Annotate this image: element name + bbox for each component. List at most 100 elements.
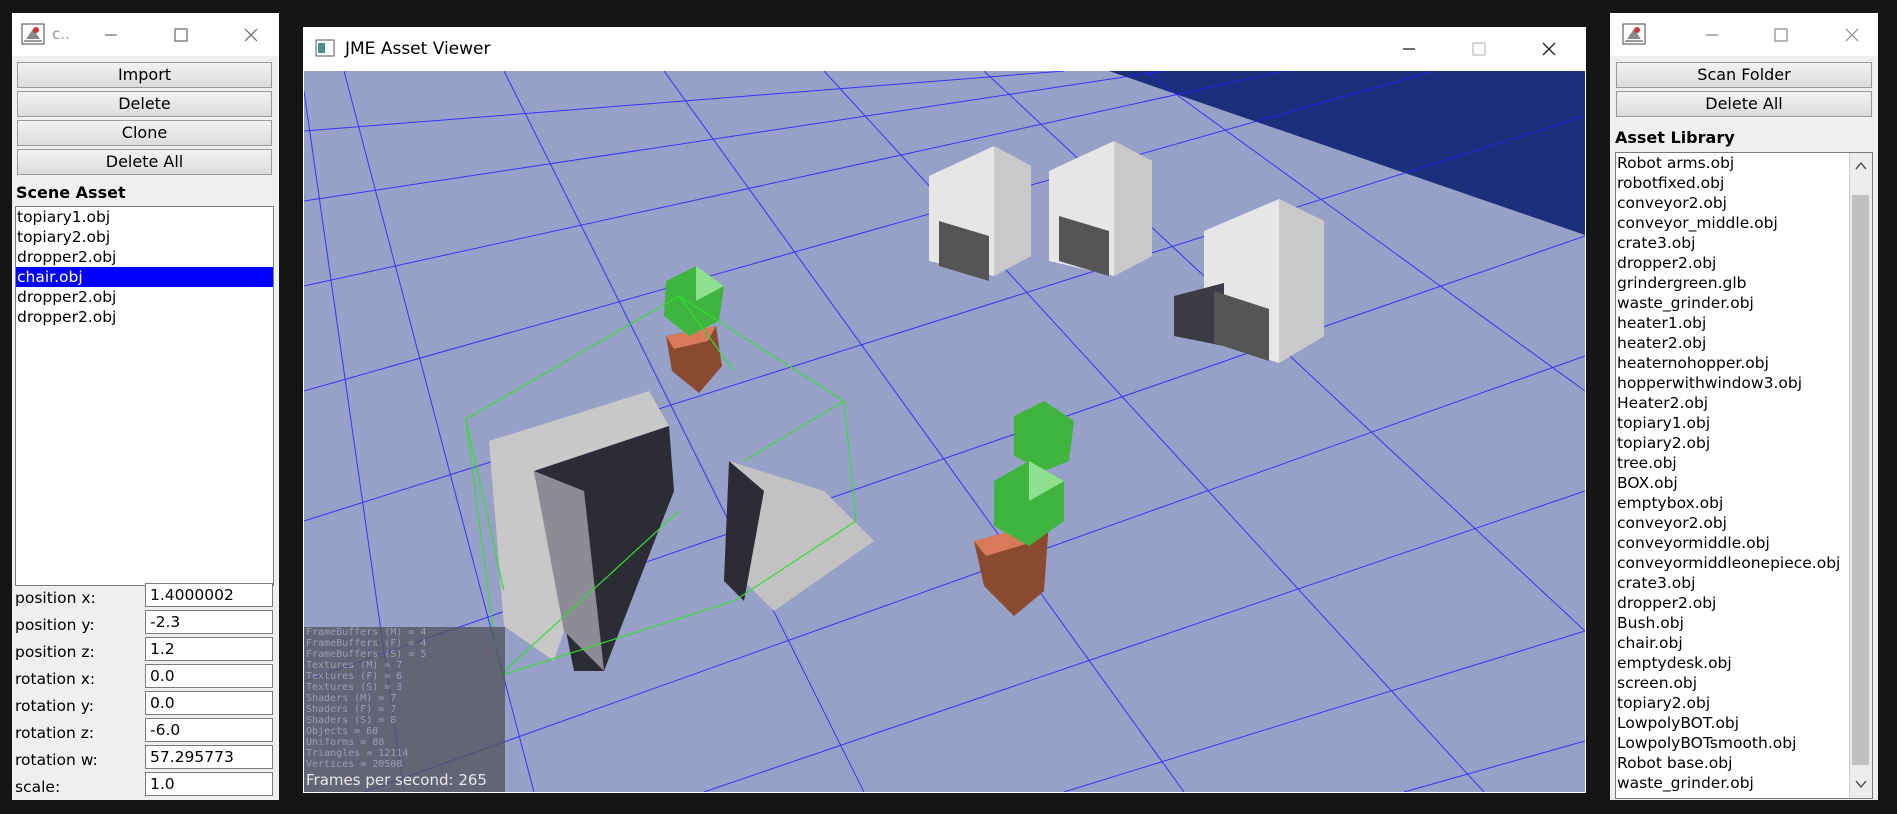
scan-folder-button[interactable]: Scan Folder — [1616, 62, 1872, 88]
list-item[interactable]: chair.obj — [1616, 633, 1850, 653]
rotation-y-label: rotation y: — [15, 697, 94, 715]
fps-counter: Frames per second: 265 — [306, 771, 487, 789]
stat-line: Vertices = 20508 — [306, 759, 403, 770]
rotation-w-label: rotation w: — [15, 751, 98, 769]
list-item[interactable]: topiary2.obj — [1616, 693, 1850, 713]
list-item[interactable]: topiary1.obj — [1616, 413, 1850, 433]
java-app-icon — [21, 23, 45, 45]
list-item[interactable]: LowpolyBOT.obj — [1616, 713, 1850, 733]
rotation-x-label: rotation x: — [15, 670, 96, 688]
rotation-z-label: rotation z: — [15, 724, 95, 742]
left-window-title: c.. — [52, 25, 70, 43]
close-button[interactable] — [1529, 27, 1569, 71]
maximize-button[interactable] — [1761, 13, 1801, 56]
list-item[interactable]: heaternohopper.obj — [1616, 353, 1850, 373]
list-item[interactable]: robotfixed.obj — [1616, 173, 1850, 193]
scale-field[interactable]: 1.0 — [145, 772, 273, 796]
stat-line: Triangles = 12114 — [306, 748, 409, 759]
list-item[interactable]: dropper2.obj — [1616, 593, 1850, 613]
position-y-field[interactable]: -2.3 — [145, 610, 273, 634]
stat-line: FrameBuffers (M) = 4 — [306, 627, 427, 638]
list-item[interactable]: crate3.obj — [1616, 233, 1850, 253]
list-item[interactable]: crate3.obj — [1616, 573, 1850, 593]
list-item[interactable]: BOX.obj — [1616, 473, 1850, 493]
list-item[interactable]: Bush.obj — [1616, 613, 1850, 633]
position-x-label: position x: — [15, 589, 96, 607]
list-item[interactable]: dropper2.obj — [16, 247, 273, 267]
list-item[interactable]: waste_grinder.obj — [1616, 293, 1850, 313]
stats-overlay: FrameBuffers (M) = 4 FrameBuffers (F) = … — [304, 627, 505, 792]
minimize-button[interactable] — [91, 13, 131, 56]
list-item[interactable]: emptybox.obj — [1616, 493, 1850, 513]
scroll-up-arrow-icon[interactable] — [1854, 157, 1868, 176]
scroll-down-arrow-icon[interactable] — [1854, 775, 1868, 794]
stat-line: Textures (S) = 3 — [306, 682, 403, 693]
close-button[interactable] — [231, 13, 271, 56]
clone-button[interactable]: Clone — [17, 120, 272, 146]
list-item[interactable]: topiary2.obj — [1616, 433, 1850, 453]
list-item[interactable]: Robot base.obj — [1616, 753, 1850, 773]
list-item[interactable]: screen.obj — [1616, 673, 1850, 693]
viewer-titlebar[interactable]: JME Asset Viewer — [303, 27, 1586, 71]
right-titlebar[interactable] — [1610, 13, 1878, 56]
asset-library-list[interactable]: Robot arms.obj robotfixed.obj conveyor2.… — [1615, 152, 1873, 799]
stat-line: Objects = 68 — [306, 726, 379, 737]
minimize-button[interactable] — [1692, 13, 1732, 56]
list-item[interactable]: heater1.obj — [1616, 313, 1850, 333]
maximize-button[interactable] — [1459, 27, 1499, 71]
position-z-field[interactable]: 1.2 — [145, 637, 273, 661]
stat-line: FrameBuffers (S) = 5 — [306, 649, 427, 660]
delete-button[interactable]: Delete — [17, 91, 272, 117]
rotation-y-field[interactable]: 0.0 — [145, 691, 273, 715]
stat-line: Shaders (F) = 7 — [306, 704, 397, 715]
list-item[interactable]: Heater2.obj — [1616, 393, 1850, 413]
asset-library-window: Scan Folder Delete All Asset Library Rob… — [1610, 13, 1878, 800]
position-x-field[interactable]: 1.4000002 — [145, 583, 273, 607]
list-item[interactable]: topiary1.obj — [16, 207, 273, 227]
scrollbar-thumb[interactable] — [1852, 195, 1869, 765]
list-item[interactable]: waste_grinder.obj — [1616, 773, 1850, 793]
list-item[interactable]: grindergreen.glb — [1616, 273, 1850, 293]
list-item[interactable]: hopperwithwindow3.obj — [1616, 373, 1850, 393]
scale-label: scale: — [15, 778, 61, 796]
stat-line: Shaders (M) = 7 — [306, 693, 397, 704]
maximize-button[interactable] — [161, 13, 201, 56]
list-item[interactable]: emptydesk.obj — [1616, 653, 1850, 673]
delete-all-button[interactable]: Delete All — [1616, 91, 1872, 117]
stat-line: Shaders (S) = 8 — [306, 715, 397, 726]
position-y-label: position y: — [15, 616, 95, 634]
list-item[interactable]: Robot arms.obj — [1616, 153, 1850, 173]
import-button[interactable]: Import — [17, 62, 272, 88]
list-item[interactable]: LowpolyBOTsmooth.obj — [1616, 733, 1850, 753]
minimize-button[interactable] — [1389, 27, 1429, 71]
list-item[interactable]: topiary2.obj — [16, 227, 273, 247]
stat-line: Textures (F) = 6 — [306, 671, 403, 682]
library-scrollbar[interactable] — [1849, 153, 1872, 798]
viewer-window-title: JME Asset Viewer — [345, 39, 491, 59]
rotation-z-field[interactable]: -6.0 — [145, 718, 273, 742]
stat-line: Textures (M) = 7 — [306, 660, 403, 671]
list-item[interactable]: conveyormiddle.obj — [1616, 533, 1850, 553]
list-item[interactable]: tree.obj — [1616, 453, 1850, 473]
stat-line: Uniforms = 88 — [306, 737, 385, 748]
rotation-x-field[interactable]: 0.0 — [145, 664, 273, 688]
stat-line: FrameBuffers (F) = 4 — [306, 638, 427, 649]
window-app-icon — [315, 39, 335, 57]
list-item[interactable]: conveyormiddleonepiece.obj — [1616, 553, 1850, 573]
list-item-selected[interactable]: chair.obj — [16, 267, 273, 287]
asset-library-label: Asset Library — [1615, 128, 1735, 147]
list-item[interactable]: dropper2.obj — [16, 307, 273, 327]
list-item[interactable]: dropper2.obj — [16, 287, 273, 307]
close-button[interactable] — [1832, 13, 1872, 56]
left-titlebar[interactable]: c.. — [12, 13, 279, 56]
delete-all-button[interactable]: Delete All — [17, 149, 272, 175]
scene-asset-list[interactable]: topiary1.obj topiary2.obj dropper2.obj c… — [15, 206, 274, 586]
rotation-w-field[interactable]: 57.295773 — [145, 745, 273, 769]
position-z-label: position z: — [15, 643, 95, 661]
list-item[interactable]: conveyor_middle.obj — [1616, 213, 1850, 233]
list-item[interactable]: heater2.obj — [1616, 333, 1850, 353]
scene-asset-label: Scene Asset — [16, 183, 126, 202]
list-item[interactable]: conveyor2.obj — [1616, 193, 1850, 213]
list-item[interactable]: dropper2.obj — [1616, 253, 1850, 273]
list-item[interactable]: conveyor2.obj — [1616, 513, 1850, 533]
